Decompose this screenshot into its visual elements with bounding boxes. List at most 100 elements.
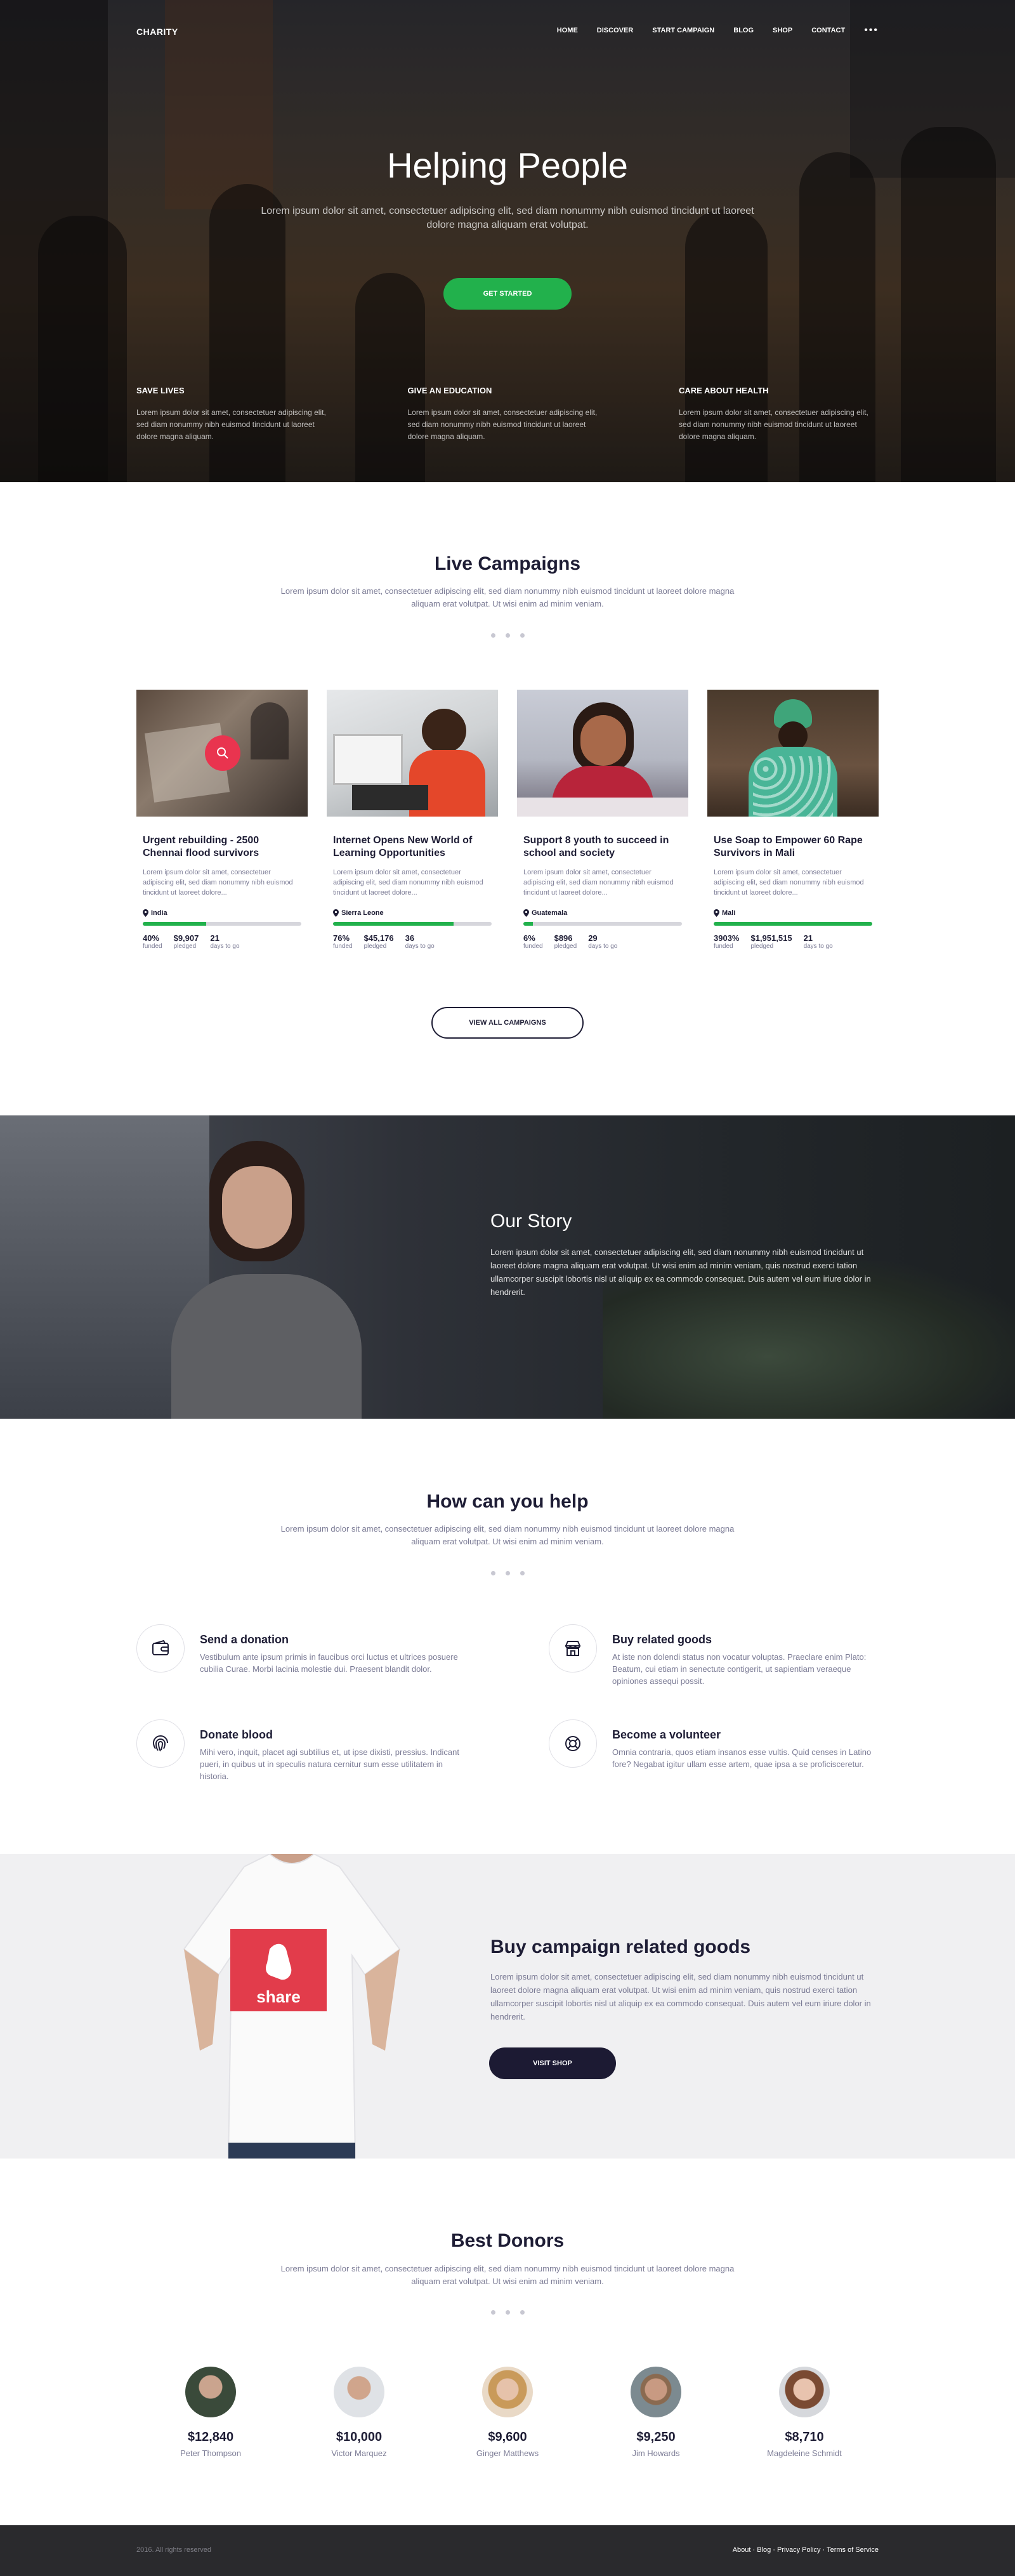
campaigns-title: Live Campaigns <box>434 553 581 574</box>
campaign-progress-bar <box>714 922 872 926</box>
hero-feature: SAVE LIVES Lorem ipsum dolor sit amet, c… <box>136 386 336 443</box>
campaign-image[interactable] <box>707 690 879 817</box>
donor-card[interactable]: $10,000 Victor Marquez <box>285 2367 433 2458</box>
site-logo[interactable]: CHARITY <box>136 27 178 37</box>
footer-link-terms[interactable]: Terms of Service <box>827 2546 879 2554</box>
donors-list: $12,840 Peter Thompson $10,000 Victor Ma… <box>136 2367 879 2458</box>
search-icon[interactable] <box>205 735 240 771</box>
avatar[interactable] <box>334 2367 384 2417</box>
funded-label: funded <box>143 943 162 950</box>
avatar[interactable] <box>185 2367 236 2417</box>
campaign-image[interactable] <box>136 690 308 817</box>
help-item-title[interactable]: Donate blood <box>200 1728 273 1742</box>
avatar[interactable] <box>779 2367 830 2417</box>
story-title: Our Story <box>490 1211 572 1232</box>
campaign-progress-bar <box>143 922 301 926</box>
get-started-button[interactable]: GET STARTED <box>443 278 572 310</box>
campaign-title[interactable]: Urgent rebuilding - 2500 Chennai flood s… <box>143 834 301 861</box>
campaign-stats: 3903% funded $1,951,515 pledged 21 days to … <box>714 933 872 950</box>
nav-shop[interactable]: SHOP <box>773 27 792 34</box>
help-item-title[interactable]: Send a donation <box>200 1633 289 1646</box>
campaign-location: India <box>143 909 301 917</box>
help-item-title[interactable]: Become a volunteer <box>612 1728 721 1742</box>
days-value: 36 <box>405 933 415 943</box>
funded-value: 76% <box>333 933 350 943</box>
campaign-title[interactable]: Use Soap to Empower 60 Rape Survivors in… <box>714 834 872 861</box>
shop-icon <box>549 1624 597 1672</box>
campaign-card[interactable]: Support 8 youth to succeed in school and… <box>517 690 688 950</box>
campaign-description: Lorem ipsum dolor sit amet, consectetuer… <box>714 869 864 897</box>
funded-value: 40% <box>143 933 160 943</box>
campaign-stats: 76% funded $45,176 pledged 36 days to go <box>333 933 492 950</box>
funded-value: 6% <box>523 933 535 943</box>
nav-start-campaign[interactable]: START CAMPAIGN <box>652 27 714 34</box>
donor-amount: $10,000 <box>336 2430 383 2444</box>
campaign-description: Lorem ipsum dolor sit amet, consectetuer… <box>143 869 293 897</box>
wallet-icon <box>136 1624 185 1672</box>
campaign-progress-fill <box>523 922 533 926</box>
section-divider-dots <box>0 633 1015 638</box>
campaign-card[interactable]: Urgent rebuilding - 2500 Chennai flood s… <box>136 690 308 950</box>
donor-amount: $9,600 <box>488 2430 527 2444</box>
donor-amount: $8,710 <box>785 2430 824 2444</box>
hero-feature-title: SAVE LIVES <box>136 386 185 395</box>
days-label: days to go <box>210 943 240 950</box>
map-pin-icon <box>143 909 148 917</box>
top-nav: CHARITY HOME DISCOVER START CAMPAIGN BLO… <box>136 24 879 39</box>
nav-blog[interactable]: BLOG <box>733 27 754 34</box>
nav-home[interactable]: HOME <box>557 27 578 34</box>
donor-card[interactable]: $9,250 Jim Howards <box>582 2367 730 2458</box>
hero-feature: CARE ABOUT HEALTH Lorem ipsum dolor sit … <box>679 386 879 443</box>
avatar[interactable] <box>482 2367 533 2417</box>
donor-card[interactable]: $9,600 Ginger Matthews <box>433 2367 582 2458</box>
campaign-stats: 40% funded $9,907 pledged 21 days to go <box>143 933 301 950</box>
days-label: days to go <box>588 943 618 950</box>
help-item-text: Omnia contraria, quos etiam insanos esse… <box>612 1747 872 1769</box>
help-grid: Send a donation Vestibulum ante ipsum pr… <box>136 1624 879 1789</box>
campaign-location: Sierra Leone <box>333 909 492 917</box>
copyright: 2016. All rights reserved <box>136 2546 212 2554</box>
days-label: days to go <box>405 943 435 950</box>
footer-link-about[interactable]: About <box>733 2546 751 2554</box>
story-portrait-face <box>222 1166 292 1249</box>
campaign-description: Lorem ipsum dolor sit amet, consectetuer… <box>333 869 483 897</box>
footer-link-privacy[interactable]: Privacy Policy <box>777 2546 820 2554</box>
map-pin-icon <box>523 909 529 917</box>
footer-link-blog[interactable]: Blog <box>757 2546 771 2554</box>
campaign-location-label: Mali <box>722 909 736 917</box>
help-item-goods[interactable]: Buy related goods At iste non dolendi st… <box>549 1624 885 1694</box>
help-item-donation[interactable]: Send a donation Vestibulum ante ipsum pr… <box>136 1624 473 1694</box>
help-item-blood[interactable]: Donate blood Mihi vero, inquit, placet a… <box>136 1719 473 1789</box>
help-item-text: At iste non dolendi status non vocatur v… <box>612 1652 867 1686</box>
donor-card[interactable]: $12,840 Peter Thompson <box>136 2367 285 2458</box>
ellipsis-icon[interactable]: ••• <box>864 25 879 36</box>
donor-name: Victor Marquez <box>331 2448 387 2458</box>
our-story-section: Our Story Lorem ipsum dolor sit amet, co… <box>0 1115 1015 1419</box>
campaign-title[interactable]: Internet Opens New World of Learning Opp… <box>333 834 492 861</box>
help-item-title[interactable]: Buy related goods <box>612 1633 712 1646</box>
hero-feature-text: Lorem ipsum dolor sit amet, consectetuer… <box>136 408 326 441</box>
campaign-cards: Urgent rebuilding - 2500 Chennai flood s… <box>136 690 879 950</box>
campaign-progress-fill <box>714 922 872 926</box>
campaign-title[interactable]: Support 8 youth to succeed in school and… <box>523 834 682 861</box>
campaign-progress-bar <box>333 922 492 926</box>
donor-card[interactable]: $8,710 Magdeleine Schmidt <box>730 2367 879 2458</box>
nav-contact[interactable]: CONTACT <box>811 27 845 34</box>
help-subtitle: Lorem ipsum dolor sit amet, consectetuer… <box>280 1524 735 1546</box>
view-all-campaigns-button[interactable]: VIEW ALL CAMPAIGNS <box>431 1007 584 1039</box>
help-item-volunteer[interactable]: Become a volunteer Omnia contraria, quos… <box>549 1719 885 1789</box>
funded-value: 3903% <box>714 933 740 943</box>
visit-shop-button[interactable]: VISIT SHOP <box>489 2047 616 2079</box>
donor-name: Jim Howards <box>632 2448 680 2458</box>
campaign-card[interactable]: Use Soap to Empower 60 Rape Survivors in… <box>707 690 879 950</box>
campaign-description: Lorem ipsum dolor sit amet, consectetuer… <box>523 869 674 897</box>
avatar[interactable] <box>631 2367 681 2417</box>
campaign-image[interactable] <box>327 690 498 817</box>
nav-discover[interactable]: DISCOVER <box>597 27 633 34</box>
campaign-card[interactable]: Internet Opens New World of Learning Opp… <box>327 690 498 950</box>
hero-subtitle: Lorem ipsum dolor sit amet, consectetuer… <box>261 206 754 230</box>
hero-feature: GIVE AN EDUCATION Lorem ipsum dolor sit … <box>408 386 608 443</box>
donors-title: Best Donors <box>450 2230 565 2251</box>
hero-feature-text: Lorem ipsum dolor sit amet, consectetuer… <box>679 408 868 441</box>
campaign-image[interactable] <box>517 690 688 817</box>
